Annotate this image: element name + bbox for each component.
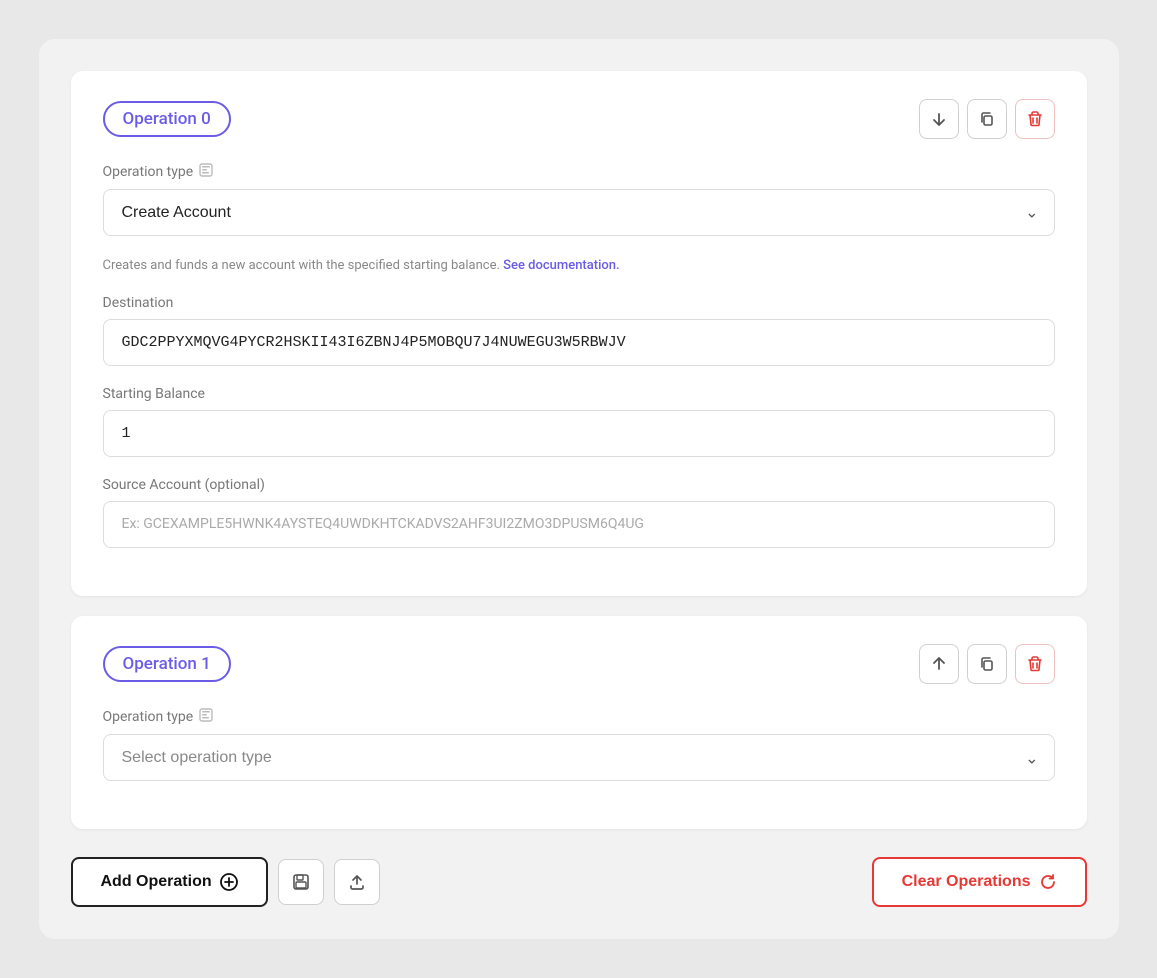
refresh-icon [1039, 873, 1057, 891]
destination-input[interactable] [103, 319, 1055, 366]
operation-type-select-1[interactable]: Select operation type Create Account Pay… [103, 734, 1055, 781]
info-icon-0 [199, 163, 213, 181]
operation-card-0: Operation 0 [71, 71, 1087, 597]
card-actions-1 [919, 644, 1055, 684]
operation-type-select-wrapper-1: Select operation type Create Account Pay… [103, 734, 1055, 781]
operation-type-group-1: Operation type Select operation type Cre… [103, 708, 1055, 781]
starting-balance-input[interactable] [103, 410, 1055, 457]
destination-label: Destination [103, 295, 1055, 311]
card-actions-0 [919, 99, 1055, 139]
info-icon-1 [199, 708, 213, 726]
source-account-field-group: Source Account (optional) [103, 477, 1055, 548]
duplicate-button-1[interactable] [967, 644, 1007, 684]
operation-card-1: Operation 1 [71, 616, 1087, 829]
duplicate-button-0[interactable] [967, 99, 1007, 139]
card-header-0: Operation 0 [103, 99, 1055, 139]
export-button[interactable] [334, 859, 380, 905]
operation-1-badge: Operation 1 [103, 646, 231, 682]
save-button[interactable] [278, 859, 324, 905]
export-icon [348, 873, 366, 891]
page-wrapper: Operation 0 [39, 39, 1119, 940]
bottom-bar: Add Operation Clea [71, 857, 1087, 907]
card-header-1: Operation 1 [103, 644, 1055, 684]
move-up-button-1[interactable] [919, 644, 959, 684]
delete-button-0[interactable] [1015, 99, 1055, 139]
source-account-input[interactable] [103, 501, 1055, 548]
move-down-button-0[interactable] [919, 99, 959, 139]
add-operation-button[interactable]: Add Operation [71, 857, 268, 907]
operation-type-select-0[interactable]: Create Account Payment Path Payment Mana… [103, 189, 1055, 236]
bottom-left-actions: Add Operation [71, 857, 380, 907]
plus-circle-icon [220, 873, 238, 891]
operation-0-badge: Operation 0 [103, 101, 231, 137]
see-documentation-link-0[interactable]: See documentation. [503, 258, 619, 273]
save-icon [292, 873, 310, 891]
operation-type-group-0: Operation type Create Account Payment Pa… [103, 163, 1055, 236]
starting-balance-label: Starting Balance [103, 386, 1055, 402]
add-operation-label: Add Operation [101, 873, 212, 891]
operation-type-label-0: Operation type [103, 163, 1055, 181]
operation-type-select-wrapper-0: Create Account Payment Path Payment Mana… [103, 189, 1055, 236]
clear-operations-label: Clear Operations [902, 873, 1031, 891]
source-account-label: Source Account (optional) [103, 477, 1055, 493]
operation-description-0: Creates and funds a new account with the… [103, 256, 1055, 276]
operation-type-label-1: Operation type [103, 708, 1055, 726]
delete-button-1[interactable] [1015, 644, 1055, 684]
starting-balance-field-group: Starting Balance [103, 386, 1055, 457]
clear-operations-button[interactable]: Clear Operations [872, 857, 1087, 907]
destination-field-group: Destination [103, 295, 1055, 366]
